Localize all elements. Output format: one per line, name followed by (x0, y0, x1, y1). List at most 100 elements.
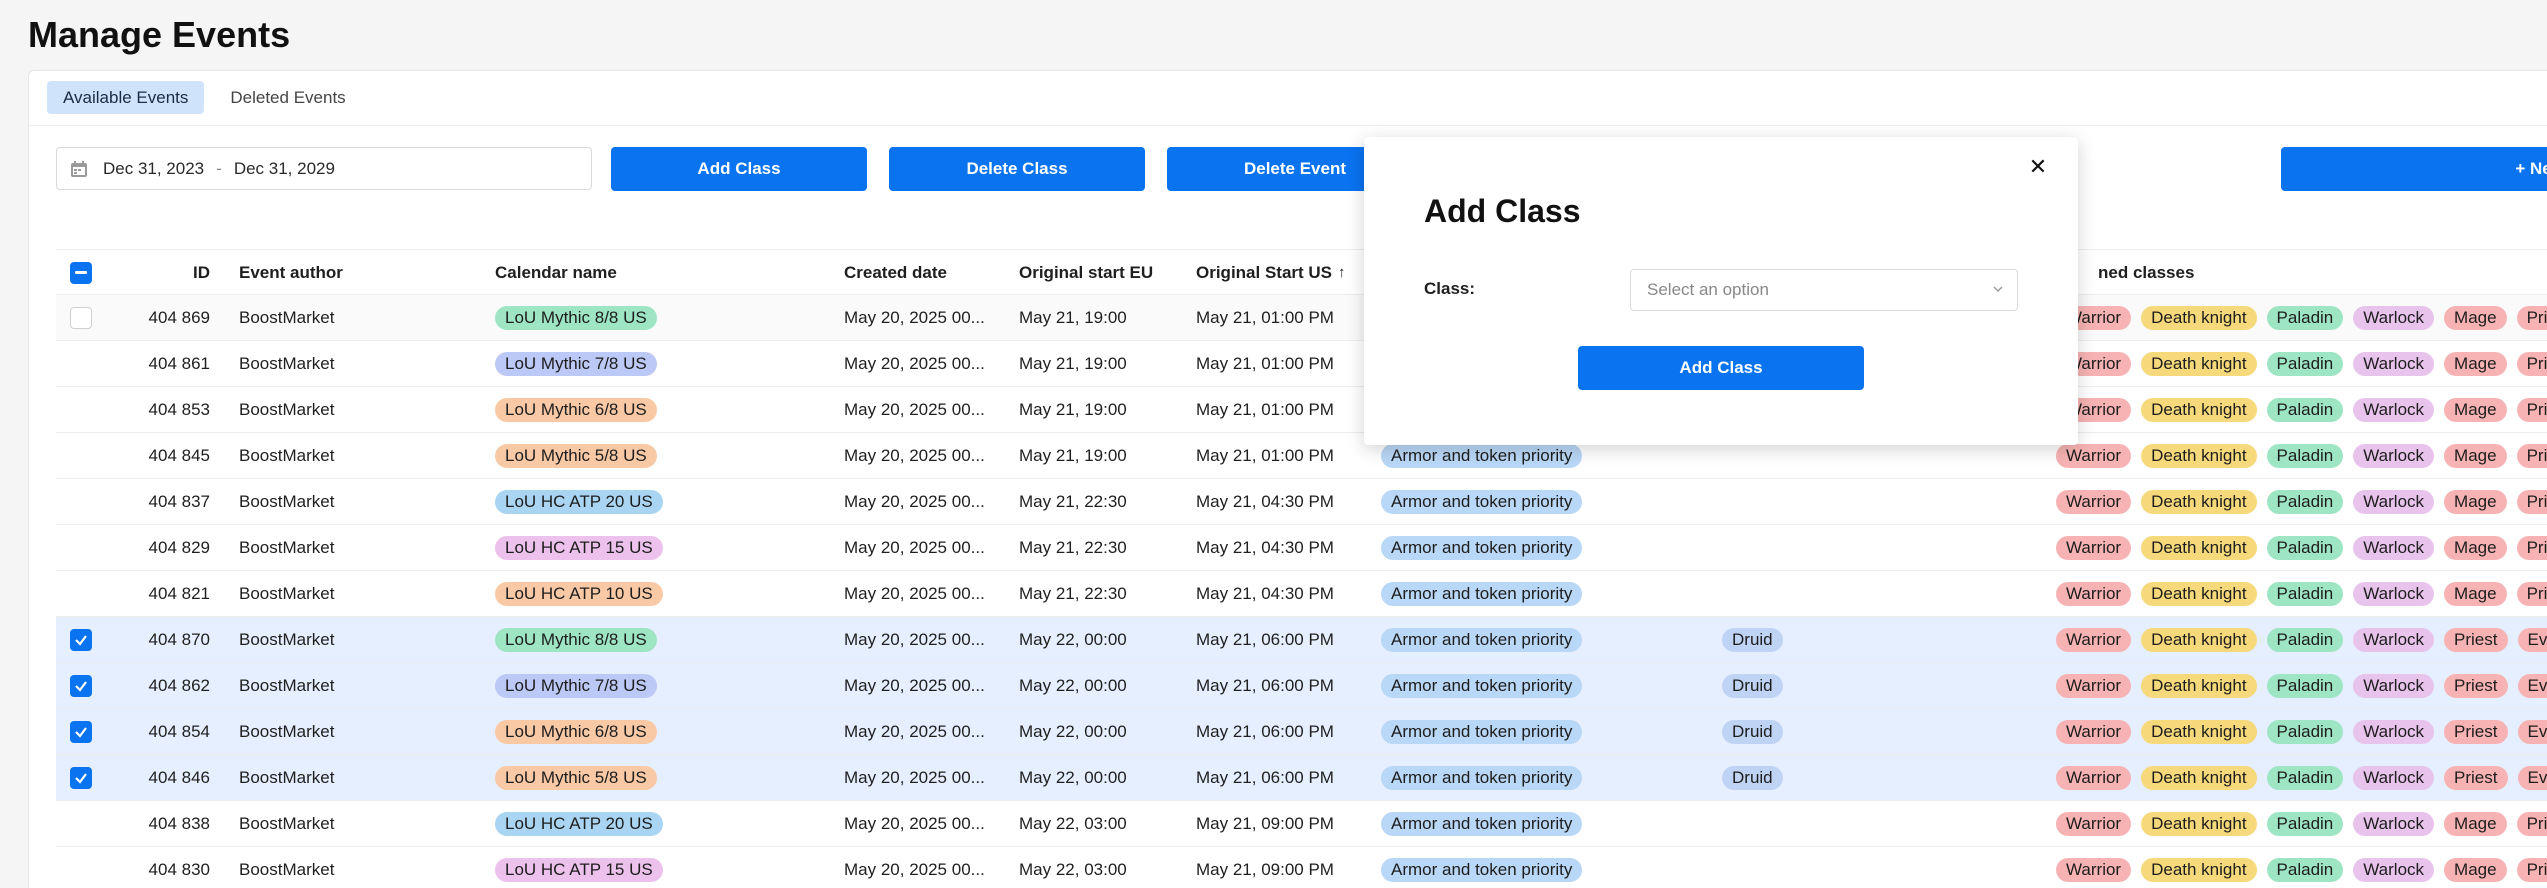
class-badge: Warlock (2353, 857, 2435, 882)
class-badge: Death knight (2141, 581, 2257, 606)
loot-badge: Armor and token priority (1381, 581, 1583, 606)
class-badge: Warlock (2353, 305, 2435, 330)
cell-created: May 20, 2025 00... (844, 813, 985, 833)
class-badge: Mage (2444, 443, 2507, 468)
row-checkbox[interactable] (70, 537, 92, 559)
class-badge: Mage (2444, 305, 2507, 330)
row-checkbox[interactable] (70, 674, 92, 697)
class-badge: Warrior (2056, 673, 2132, 698)
header-start-us-cell[interactable]: Original Start US ↑ (1196, 250, 1376, 295)
table-row[interactable]: 404 846 BoostMarket LoU Mythic 5/8 US May 2… (56, 755, 2547, 801)
class-badge: Death knight (2141, 351, 2257, 376)
header-created[interactable]: Created date (844, 250, 1014, 295)
loot-badge: Armor and token priority (1381, 535, 1583, 560)
cell-start-us: May 21, 04:30 PM (1196, 537, 1334, 557)
new-event-button[interactable]: + New E (2281, 147, 2547, 191)
modal-add-class-button[interactable]: Add Class (1578, 346, 1864, 390)
class-select[interactable]: Select an option (1630, 269, 2018, 311)
add-class-button[interactable]: Add Class (611, 147, 867, 191)
table-row[interactable]: 404 837 BoostMarket LoU HC ATP 20 US May 20… (56, 479, 2547, 525)
cell-start-us: May 21, 09:00 PM (1196, 813, 1334, 833)
cell-start-eu: May 21, 19:00 (1019, 353, 1127, 373)
cell-id: 404 838 (148, 813, 210, 833)
table-row[interactable]: 404 869 BoostMarket LoU Mythic 8/8 US May 2… (56, 295, 2547, 341)
row-checkbox[interactable] (70, 399, 92, 421)
class-badge: Priest (2444, 719, 2508, 744)
class-badge: Warrior (2056, 489, 2132, 514)
calendar-badge: LoU HC ATP 15 US (495, 857, 663, 882)
class-badge: Paladin (2266, 305, 2344, 330)
row-checkbox[interactable] (70, 353, 92, 375)
table-row[interactable]: 404 854 BoostMarket LoU Mythic 6/8 US May 2… (56, 709, 2547, 755)
tab-available-events[interactable]: Available Events (47, 81, 205, 114)
header-author[interactable]: Event author (239, 250, 439, 295)
class-badge: Priest (2516, 489, 2547, 514)
tab-deleted-events[interactable]: Deleted Events (214, 81, 361, 114)
table-row[interactable]: 404 870 BoostMarket LoU Mythic 8/8 US May 2… (56, 617, 2547, 663)
table-row[interactable]: 404 853 BoostMarket LoU Mythic 6/8 US May 2… (56, 387, 2547, 433)
events-card: Available Events Deleted Events Dec 31, … (28, 70, 2547, 888)
class-badge: Paladin (2266, 443, 2344, 468)
cell-id: 404 837 (148, 491, 210, 511)
delete-class-button[interactable]: Delete Class (889, 147, 1145, 191)
row-checkbox[interactable] (70, 720, 92, 743)
table-row[interactable]: 404 862 BoostMarket LoU Mythic 7/8 US May 2… (56, 663, 2547, 709)
date-end[interactable]: Dec 31, 2029 (234, 159, 335, 179)
class-badge: Warlock (2353, 351, 2435, 376)
cell-id: 404 869 (148, 307, 210, 327)
class-badge: Death knight (2141, 443, 2257, 468)
class-badge: Paladin (2266, 489, 2344, 514)
class-badge: Warrior (2056, 627, 2132, 652)
row-checkbox[interactable] (70, 445, 92, 467)
table-row[interactable]: 404 829 BoostMarket LoU HC ATP 15 US May 20… (56, 525, 2547, 571)
select-all-checkbox[interactable] (70, 261, 92, 284)
header-start-eu[interactable]: Original start EU (1019, 250, 1189, 295)
row-checkbox[interactable] (70, 859, 92, 881)
cell-created: May 20, 2025 00... (844, 307, 985, 327)
calendar-badge: LoU Mythic 7/8 US (495, 673, 657, 698)
class-badge: Priest (2444, 673, 2508, 698)
cell-id: 404 830 (148, 859, 210, 879)
header-classes[interactable]: ned classes (2098, 250, 2298, 295)
table-row[interactable]: 404 845 BoostMarket LoU Mythic 5/8 US May 2… (56, 433, 2547, 479)
tabs-divider (29, 125, 2547, 126)
class-badge: Paladin (2266, 673, 2344, 698)
date-start[interactable]: Dec 31, 2023 (103, 159, 204, 179)
excluded-class-badge: Druid (1722, 673, 1783, 698)
cell-id: 404 861 (148, 353, 210, 373)
class-select-placeholder: Select an option (1647, 280, 1769, 299)
cell-start-eu: May 21, 22:30 (1019, 537, 1127, 557)
excluded-class-badge: Druid (1722, 719, 1783, 744)
cell-created: May 20, 2025 00... (844, 629, 985, 649)
class-badge: Priest (2516, 811, 2547, 836)
cell-start-eu: May 22, 00:00 (1019, 675, 1127, 695)
row-checkbox[interactable] (70, 306, 92, 329)
class-badge: Paladin (2266, 351, 2344, 376)
class-badge: Death knight (2141, 765, 2257, 790)
cell-start-eu: May 21, 19:00 (1019, 307, 1127, 327)
class-badge: Paladin (2266, 857, 2344, 882)
row-checkbox[interactable] (70, 766, 92, 789)
row-checkbox[interactable] (70, 491, 92, 513)
class-badge: Death knight (2141, 305, 2257, 330)
header-calendar[interactable]: Calendar name (495, 250, 795, 295)
loot-badge: Armor and token priority (1381, 443, 1583, 468)
date-range-picker[interactable]: Dec 31, 2023 - Dec 31, 2029 (56, 147, 592, 190)
table-row[interactable]: 404 838 BoostMarket LoU HC ATP 20 US May 20… (56, 801, 2547, 847)
row-checkbox[interactable] (70, 583, 92, 605)
row-checkbox[interactable] (70, 628, 92, 651)
class-badge: Warrior (2056, 443, 2132, 468)
cell-created: May 20, 2025 00... (844, 583, 985, 603)
calendar-badge: LoU HC ATP 15 US (495, 535, 663, 560)
cell-created: May 20, 2025 00... (844, 399, 985, 419)
class-badge: Death knight (2141, 811, 2257, 836)
cell-id: 404 862 (148, 675, 210, 695)
table-row[interactable]: 404 861 BoostMarket LoU Mythic 7/8 US May 2… (56, 341, 2547, 387)
table-row[interactable]: 404 821 BoostMarket LoU HC ATP 10 US May 20… (56, 571, 2547, 617)
row-checkbox[interactable] (70, 813, 92, 835)
close-icon[interactable]: ✕ (2026, 154, 2050, 179)
calendar-badge: LoU Mythic 6/8 US (495, 719, 657, 744)
class-badge: Warlock (2353, 719, 2435, 744)
header-id[interactable]: ID (116, 250, 210, 295)
table-row[interactable]: 404 830 BoostMarket LoU HC ATP 15 US May 20… (56, 847, 2547, 888)
